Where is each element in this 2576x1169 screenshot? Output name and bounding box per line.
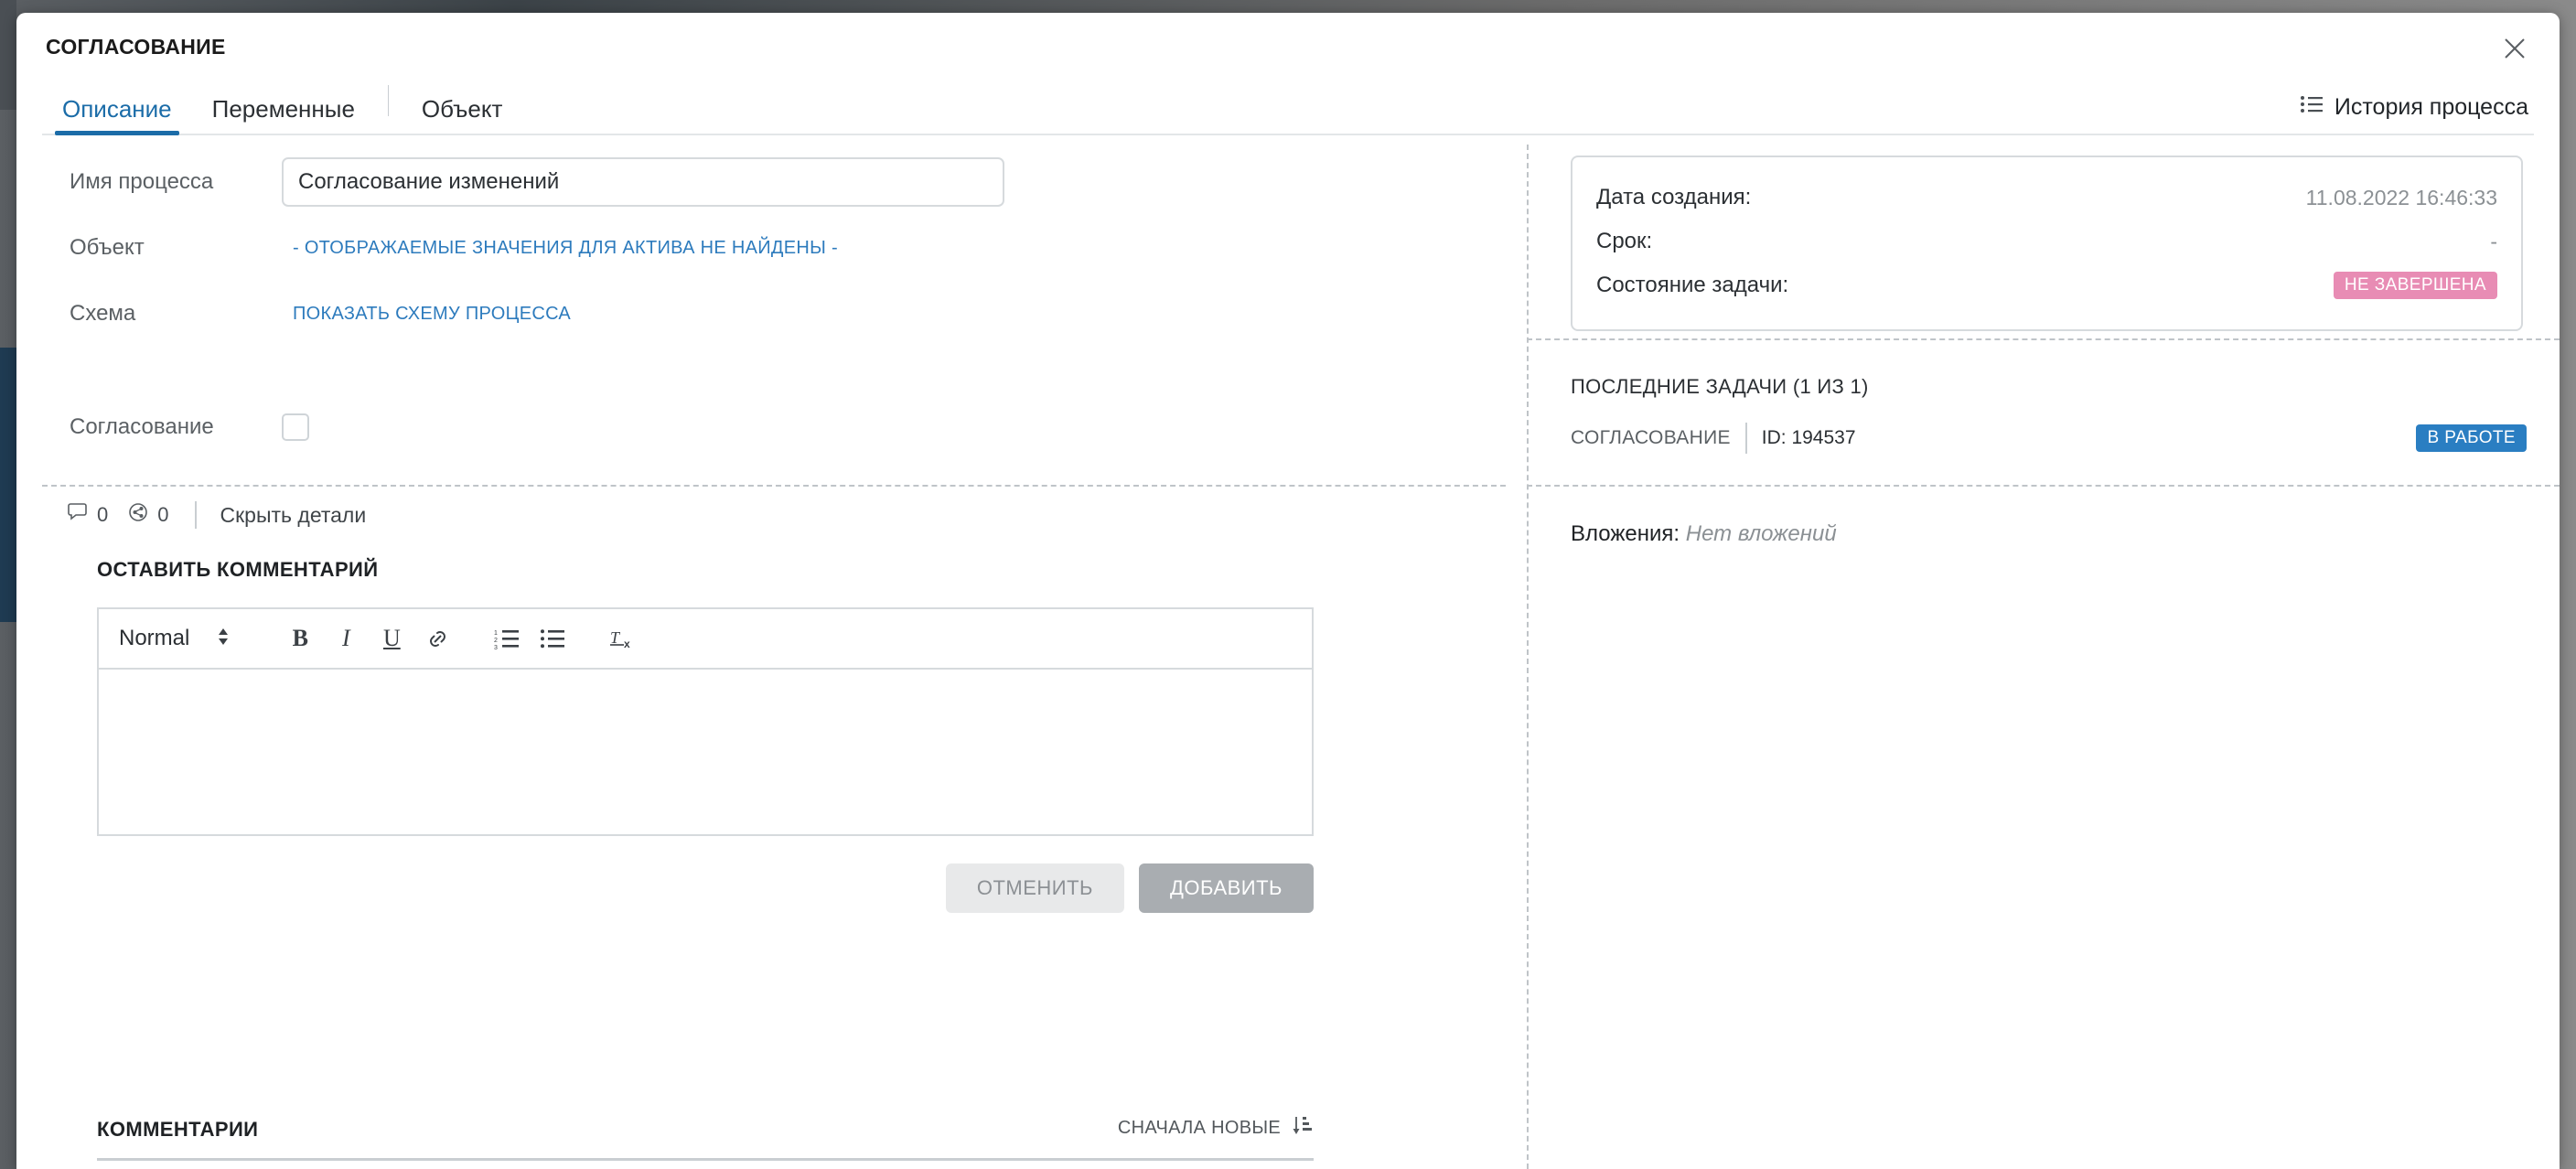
field-approval: Согласование (16, 401, 1527, 454)
close-icon[interactable] (2496, 29, 2534, 68)
comments-count: 0 (97, 503, 109, 526)
dialog-titlebar: СОГЛАСОВАНИЕ (16, 13, 2560, 79)
deadline-label: Срок: (1596, 229, 1653, 253)
right-divider-1 (1527, 338, 2560, 340)
comments-heading: КОММЕНТАРИИ (97, 1118, 259, 1141)
tab-separator (387, 85, 389, 116)
deadline-value: - (2490, 229, 2497, 253)
attachments-value: Нет вложений (1685, 521, 1837, 546)
cancel-button[interactable]: ОТМЕНИТЬ (945, 863, 1124, 913)
ordered-list-icon[interactable]: 1 2 3 (484, 617, 530, 660)
comments-counter[interactable]: 0 (68, 502, 108, 528)
chevron-updown-icon (217, 625, 230, 653)
approval-checkbox[interactable] (282, 413, 309, 441)
format-select-value: Normal (119, 626, 190, 650)
clear-format-icon[interactable]: T x (599, 617, 645, 660)
add-button[interactable]: ДОБАВИТЬ (1138, 863, 1314, 913)
italic-icon[interactable]: I (323, 617, 369, 660)
field-process-name: Имя процесса (16, 156, 1527, 209)
task-row-left: СОГЛАСОВАНИЕ ID: 194537 (1571, 423, 1856, 454)
process-dialog: СОГЛАСОВАНИЕ Описание Переменные Объект (16, 13, 2560, 1169)
object-label: Объект (70, 235, 145, 260)
latest-tasks-section: ПОСЛЕДНИЕ ЗАДАЧИ (1 ИЗ 1) СОГЛАСОВАНИЕ I… (1571, 375, 2527, 454)
show-process-schema-link[interactable]: ПОКАЗАТЬ СХЕМУ ПРОЦЕССА (293, 304, 571, 325)
left-section-divider (42, 485, 1506, 487)
comments-header: КОММЕНТАРИИ СНАЧАЛА НОВЫЕ (97, 1114, 1314, 1161)
bullet-list-icon[interactable] (530, 617, 575, 660)
tab-opisanie[interactable]: Описание (42, 97, 192, 135)
field-object: Объект - ОТОБРАЖАЕМЫЕ ЗНАЧЕНИЯ ДЛЯ АКТИВ… (16, 221, 1527, 274)
svg-text:x: x (624, 638, 630, 650)
attachments-row: Вложения: Нет вложений (1571, 521, 1837, 547)
right-column: Дата создания: 11.08.2022 16:46:33 Срок:… (1527, 135, 2560, 546)
share-icon (128, 502, 150, 528)
attachments-label: Вложения: (1571, 521, 1680, 546)
object-value-link[interactable]: - ОТОБРАЖАЕМЫЕ ЗНАЧЕНИЯ ДЛЯ АКТИВА НЕ НА… (293, 238, 838, 259)
tab-list: Описание Переменные Объект (42, 79, 2534, 135)
tab-peremennye[interactable]: Переменные (192, 97, 375, 134)
process-name-input[interactable] (282, 157, 1004, 207)
sort-descending-icon (1292, 1114, 1314, 1142)
process-name-label: Имя процесса (70, 169, 214, 194)
composer-actions: ОТМЕНИТЬ ДОБАВИТЬ (97, 863, 1314, 913)
composer-heading: ОСТАВИТЬ КОММЕНТАРИЙ (97, 558, 379, 581)
details-meta-bar: 0 0 Скрыть детали (68, 501, 366, 529)
created-date-label: Дата создания: (1596, 185, 1752, 209)
underline-icon[interactable]: U (369, 617, 414, 660)
comment-textarea[interactable] (99, 670, 1312, 834)
task-state-badge: НЕ ЗАВЕРШЕНА (2333, 271, 2497, 300)
bold-icon[interactable]: B (277, 617, 323, 660)
page-title: СОГЛАСОВАНИЕ (46, 35, 226, 59)
rich-text-editor: Normal B I U 1 2 3 T x (97, 607, 1314, 836)
task-name: СОГЛАСОВАНИЕ (1571, 427, 1731, 448)
info-row-deadline: Срок: - (1596, 220, 2497, 263)
comments-sort-control[interactable]: СНАЧАЛА НОВЫЕ (1118, 1114, 1314, 1142)
comments-sort-label: СНАЧАЛА НОВЫЕ (1117, 1117, 1281, 1138)
toggle-details-link[interactable]: Скрыть детали (220, 503, 367, 528)
task-state-label: Состояние задачи: (1596, 273, 1789, 297)
latest-tasks-heading: ПОСЛЕДНИЕ ЗАДАЧИ (1 ИЗ 1) (1571, 375, 1869, 398)
table-row[interactable]: СОГЛАСОВАНИЕ ID: 194537 В РАБОТЕ (1571, 423, 2527, 454)
field-schema: Схема ПОКАЗАТЬ СХЕМУ ПРОЦЕССА (16, 287, 1527, 340)
backdrop-strip-top (0, 0, 16, 110)
tabs-bar: Описание Переменные Объект История проце… (42, 79, 2534, 135)
svg-text:T: T (610, 628, 621, 647)
shares-count: 0 (157, 503, 169, 526)
process-info-card: Дата создания: 11.08.2022 16:46:33 Срок:… (1571, 156, 2523, 331)
comment-composer: ОСТАВИТЬ КОММЕНТАРИЙ Normal B I U 1 2 3 … (97, 558, 1314, 913)
shares-counter[interactable]: 0 (128, 502, 169, 528)
schema-label: Схема (70, 301, 136, 326)
task-id: ID: 194537 (1761, 427, 1856, 448)
approval-label: Согласование (70, 414, 214, 439)
svg-text:2: 2 (494, 638, 498, 644)
comment-icon (68, 502, 90, 528)
right-divider-2 (1527, 485, 2560, 487)
info-row-task-state: Состояние задачи: НЕ ЗАВЕРШЕНА (1596, 263, 2497, 307)
created-date-value: 11.08.2022 16:46:33 (2305, 185, 2497, 209)
dialog-body: Имя процесса Объект - ОТОБРАЖАЕМЫЕ ЗНАЧЕ… (16, 135, 2560, 1169)
tab-obekt[interactable]: Объект (402, 97, 523, 134)
meta-separator (194, 501, 197, 529)
format-select[interactable]: Normal (119, 625, 261, 653)
backdrop-strip-mid (0, 348, 16, 622)
left-column: Имя процесса Объект - ОТОБРАЖАЕМЫЕ ЗНАЧЕ… (16, 135, 1527, 454)
list-icon (2300, 94, 2324, 121)
info-row-created: Дата создания: 11.08.2022 16:46:33 (1596, 176, 2497, 220)
svg-text:3: 3 (494, 645, 498, 649)
link-icon[interactable] (414, 617, 460, 660)
process-history-link[interactable]: История процесса (2300, 94, 2528, 121)
editor-toolbar: Normal B I U 1 2 3 T x (99, 609, 1312, 670)
status-badge: В РАБОТЕ (2416, 424, 2527, 453)
svg-text:1: 1 (494, 630, 498, 637)
process-history-label: История процесса (2334, 94, 2528, 120)
